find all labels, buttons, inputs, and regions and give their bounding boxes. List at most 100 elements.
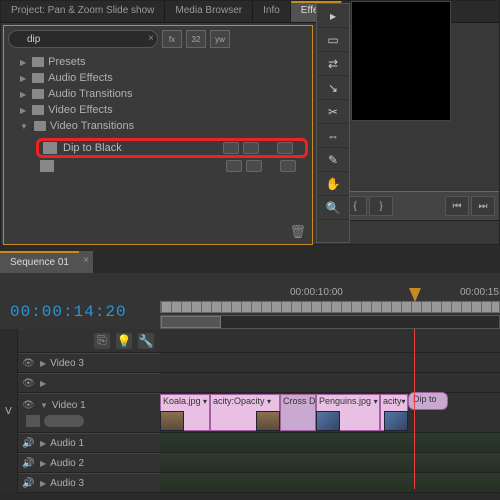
- badge-icon: [243, 142, 259, 154]
- new-bin-icon[interactable]: 🗑: [289, 224, 306, 240]
- video-tracks-label: V: [0, 329, 18, 493]
- sequence-panel: Sequence 01 × 00:00:14:20 00:00:10:00 00…: [0, 251, 500, 493]
- tab-project[interactable]: Project: Pan & Zoom Slide show: [1, 1, 165, 22]
- tree-presets[interactable]: Presets: [8, 54, 308, 70]
- effect-dip-other[interactable]: [36, 158, 308, 174]
- track-toggle-icon[interactable]: [26, 415, 40, 427]
- clip-thumbnail: [256, 411, 280, 431]
- clear-search-icon[interactable]: ×: [148, 33, 154, 44]
- monitor-controls: { } ⏮ ⏭: [339, 191, 499, 221]
- clip-thumbnail: [384, 411, 408, 431]
- tree-video-effects[interactable]: Video Effects: [8, 102, 308, 118]
- badge-icon: [246, 160, 262, 172]
- ruler-time: 00:00:15:0: [460, 287, 500, 298]
- snap-button[interactable]: ⎘: [94, 333, 110, 349]
- tree-label: Video Effects: [48, 104, 112, 116]
- chevron-right-icon[interactable]: ▶: [40, 479, 46, 488]
- tree-label: Video Transitions: [50, 120, 134, 132]
- slip-tool[interactable]: ⇔: [317, 124, 349, 148]
- lane-a2[interactable]: [160, 453, 500, 473]
- track-label: Video 3: [50, 358, 84, 369]
- fx-badge-button[interactable]: fx: [162, 30, 182, 48]
- folder-icon: [32, 105, 44, 115]
- clip-thumbnail: [160, 411, 184, 431]
- track-keyframe-icon[interactable]: [44, 415, 84, 427]
- zoom-tool[interactable]: 🔍: [317, 196, 349, 220]
- tree-audio-transitions[interactable]: Audio Transitions: [8, 86, 308, 102]
- track-header-a1[interactable]: 🔊 ▶ Audio 1: [18, 433, 160, 453]
- folder-icon: [34, 121, 46, 131]
- track-header-v1[interactable]: 👁 ▼ Video 1: [18, 393, 160, 433]
- lane-v3[interactable]: [160, 353, 500, 373]
- effects-tree: Presets Audio Effects Audio Transitions …: [8, 54, 308, 174]
- badge-icon: [226, 160, 242, 172]
- pen-tool[interactable]: ✎: [317, 148, 349, 172]
- yuv-badge-button[interactable]: yw: [210, 30, 230, 48]
- track-label: Audio 1: [50, 438, 84, 449]
- chevron-down-icon[interactable]: ▼: [40, 401, 48, 410]
- eye-icon[interactable]: 👁: [22, 400, 36, 411]
- track-label: Audio 3: [50, 478, 84, 489]
- chevron-right-icon[interactable]: ▶: [40, 379, 46, 388]
- time-ruler-labels: 00:00:10:00 00:00:15:0: [160, 287, 500, 301]
- clip-cross-dissolve[interactable]: Cross D: [280, 394, 316, 431]
- effect-dip-to-black[interactable]: Dip to Black: [36, 138, 308, 158]
- effect-label: Dip to Black: [63, 142, 122, 154]
- tree-label: Audio Effects: [48, 72, 113, 84]
- selection-tool[interactable]: ▸: [317, 4, 349, 28]
- track-select-tool[interactable]: ▭: [317, 28, 349, 52]
- eye-icon[interactable]: 👁: [22, 378, 36, 389]
- timecode-display[interactable]: 00:00:14:20: [10, 303, 127, 321]
- 32bit-badge-button[interactable]: 32: [186, 30, 206, 48]
- speaker-icon[interactable]: 🔊: [22, 458, 36, 469]
- effects-panel: 🔍 × fx 32 yw Presets Audio Effects Audio…: [3, 25, 313, 245]
- close-sequence-icon[interactable]: ×: [79, 251, 93, 273]
- track-header-a3[interactable]: 🔊 ▶ Audio 3: [18, 473, 160, 493]
- chevron-right-icon[interactable]: ▶: [40, 439, 46, 448]
- track-header-a2[interactable]: 🔊 ▶ Audio 2: [18, 453, 160, 473]
- sequence-tab[interactable]: Sequence 01: [0, 251, 79, 273]
- track-label: Video 1: [52, 400, 86, 411]
- tree-label: Audio Transitions: [48, 88, 132, 100]
- chevron-right-icon[interactable]: ▶: [40, 459, 46, 468]
- lane-v1[interactable]: Koala.jpg ▾ acity:Opacity ▾ Cross D Peng…: [160, 393, 500, 433]
- rate-stretch-tool[interactable]: ↘: [317, 76, 349, 100]
- folder-icon: [32, 73, 44, 83]
- mark-out-button[interactable]: }: [369, 196, 393, 216]
- hand-tool[interactable]: ✋: [317, 172, 349, 196]
- zoom-handle[interactable]: [161, 316, 221, 328]
- zoom-scrollbar[interactable]: [160, 315, 500, 329]
- lane-a3[interactable]: [160, 473, 500, 493]
- razor-tool[interactable]: ✂: [317, 100, 349, 124]
- eye-icon[interactable]: 👁: [22, 358, 36, 369]
- tree-audio-effects[interactable]: Audio Effects: [8, 70, 308, 86]
- time-ruler[interactable]: [160, 301, 500, 313]
- lane-v2[interactable]: [160, 373, 500, 393]
- effects-search-input[interactable]: [8, 30, 158, 48]
- playhead-line[interactable]: [414, 329, 415, 489]
- tab-media-browser[interactable]: Media Browser: [165, 1, 253, 22]
- chevron-right-icon[interactable]: ▶: [40, 359, 46, 368]
- bulb-icon[interactable]: 💡: [116, 333, 132, 349]
- folder-icon: [32, 89, 44, 99]
- ruler-time: 00:00:10:00: [290, 287, 343, 298]
- ripple-tool[interactable]: ⇄: [317, 52, 349, 76]
- tools-panel: ▸ ▭ ⇄ ↘ ✂ ⇔ ✎ ✋ 🔍: [316, 3, 350, 243]
- settings-icon[interactable]: 🔧: [138, 333, 154, 349]
- tree-video-transitions[interactable]: Video Transitions: [8, 118, 308, 134]
- next-button[interactable]: ⏭: [471, 196, 495, 216]
- program-monitor: [351, 1, 451, 121]
- lane-controls: [160, 329, 500, 353]
- speaker-icon[interactable]: 🔊: [22, 438, 36, 449]
- prev-button[interactable]: ⏮: [445, 196, 469, 216]
- track-header-v2[interactable]: 👁▶: [18, 373, 160, 393]
- badge-icon: [280, 160, 296, 172]
- folder-icon: [32, 57, 44, 67]
- track-label: Audio 2: [50, 458, 84, 469]
- badge-icon: [277, 142, 293, 154]
- effect-icon: [40, 160, 54, 172]
- tab-info[interactable]: Info: [253, 1, 291, 22]
- track-header-v3[interactable]: 👁 ▶ Video 3: [18, 353, 160, 373]
- speaker-icon[interactable]: 🔊: [22, 478, 36, 489]
- lane-a1[interactable]: [160, 433, 500, 453]
